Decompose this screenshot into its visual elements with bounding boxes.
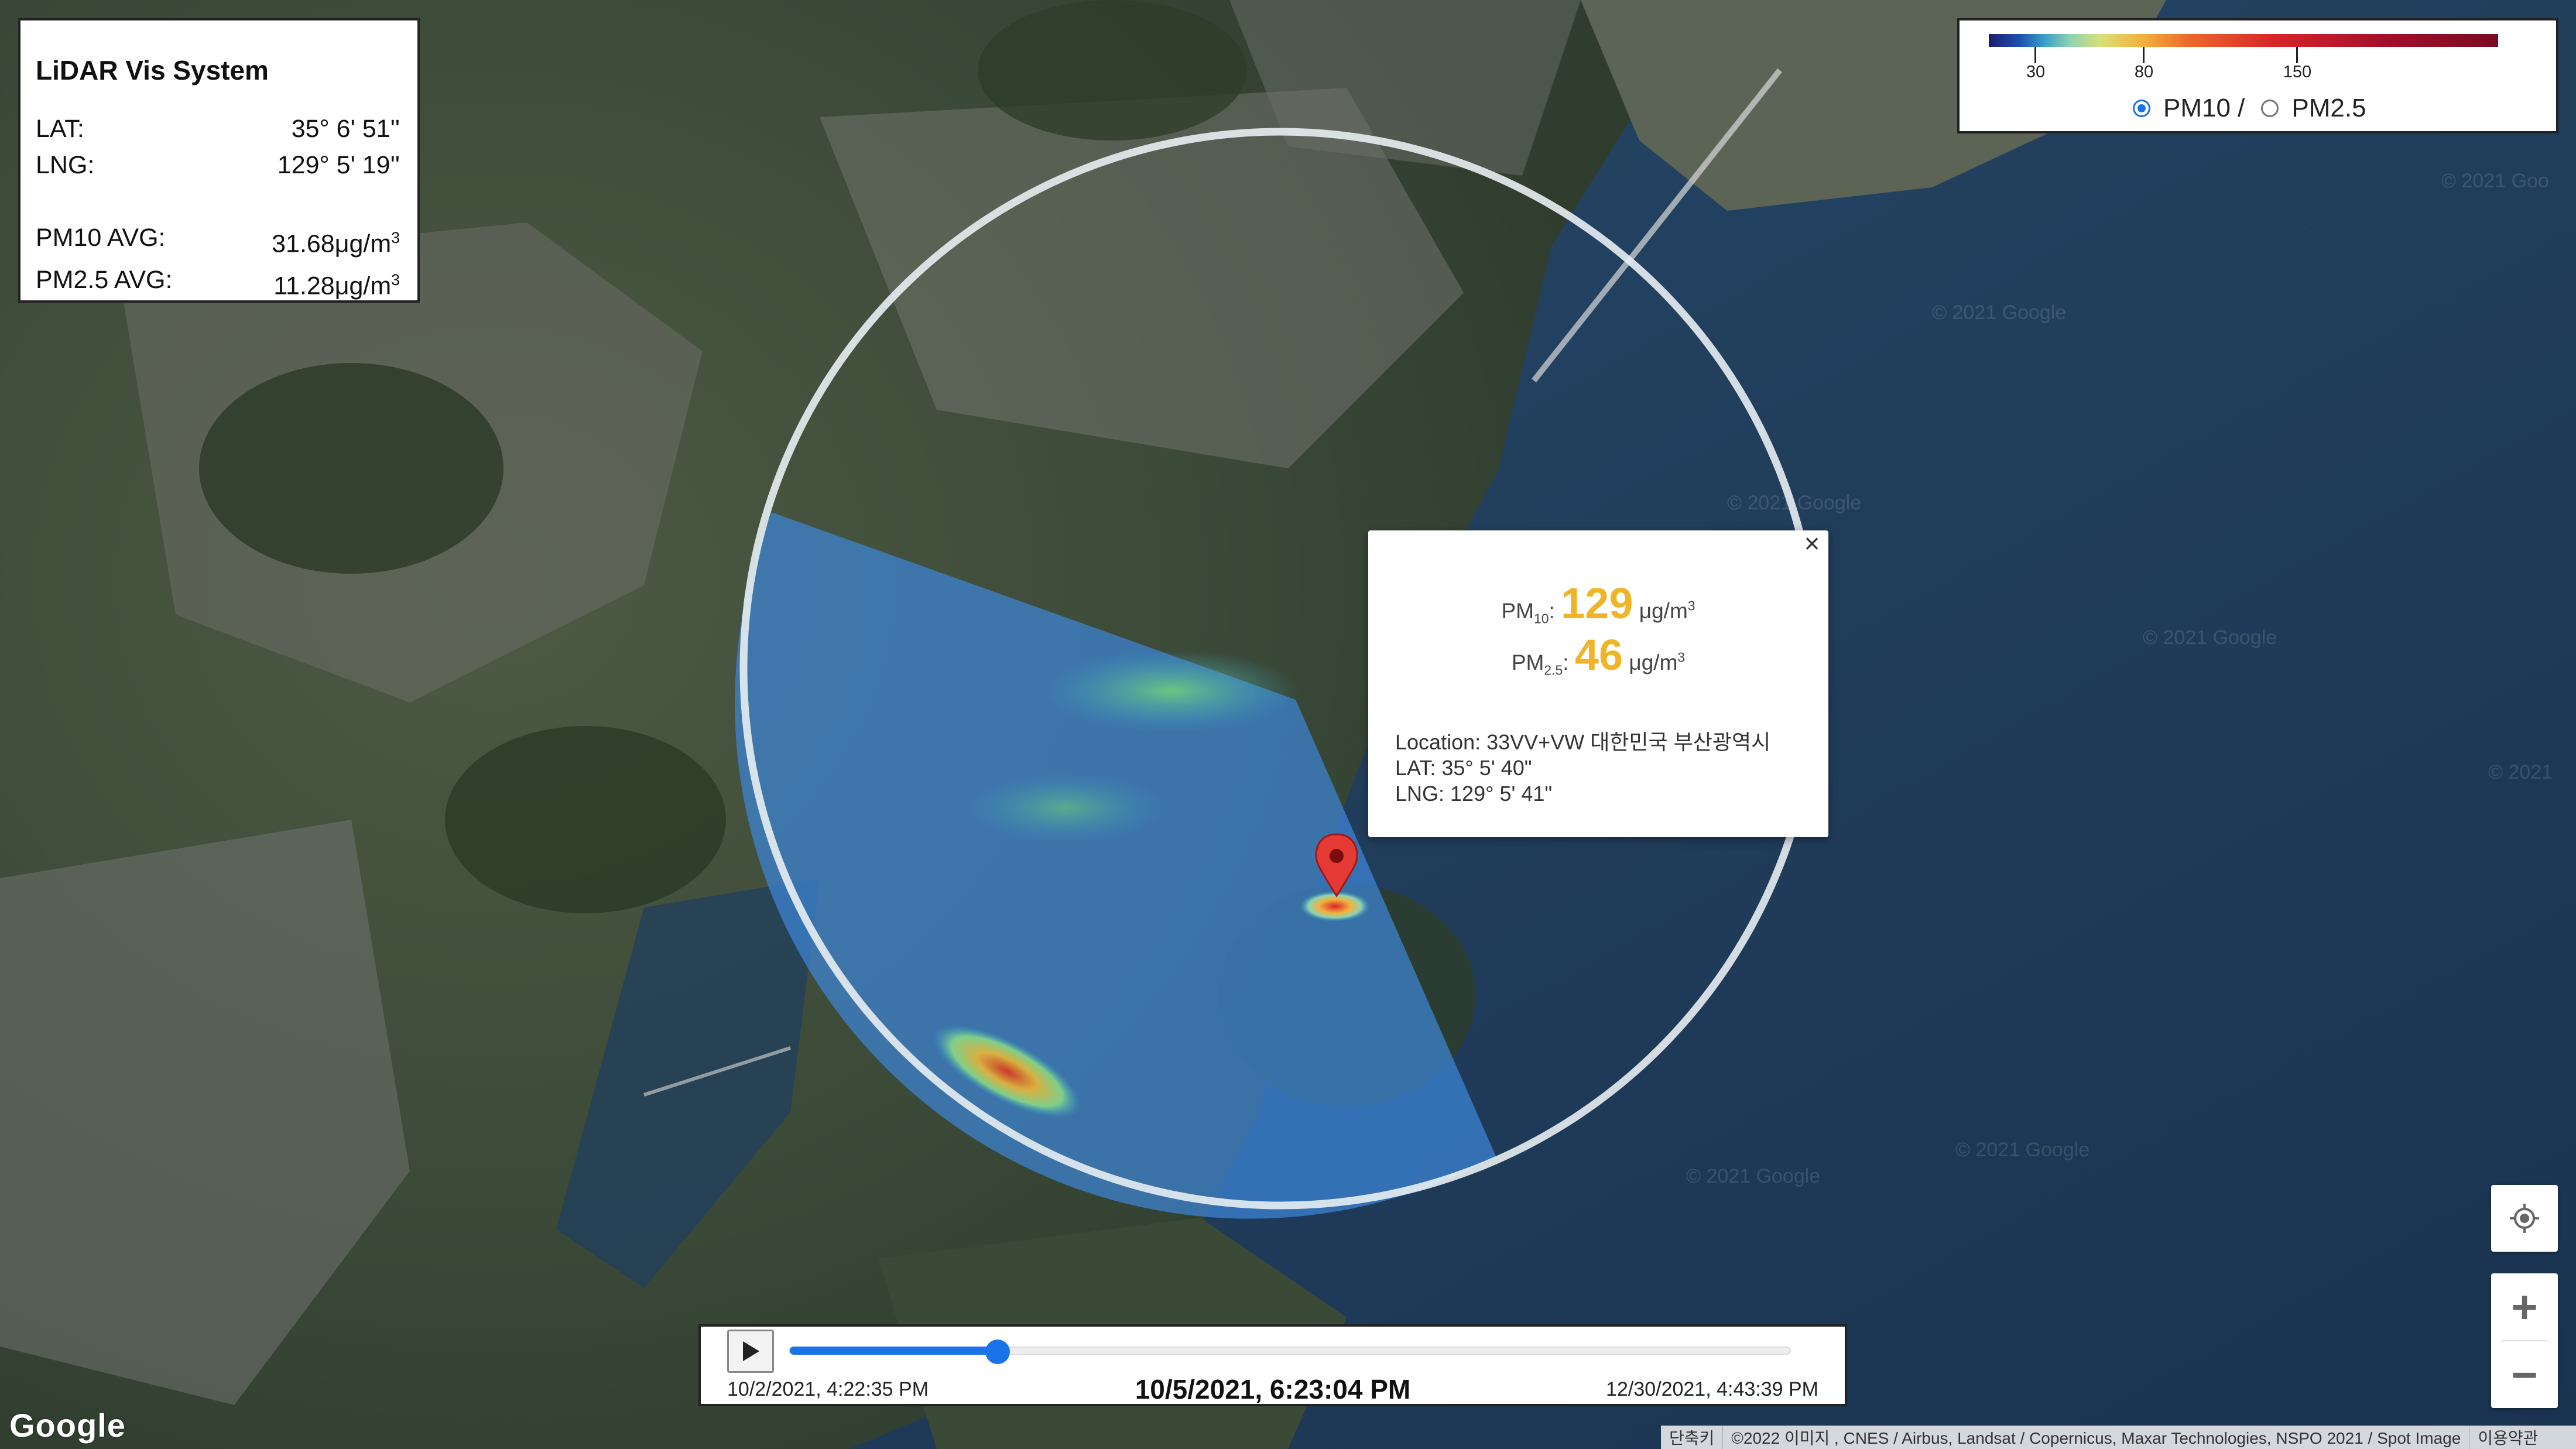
play-icon (743, 1341, 759, 1361)
svg-text:© 2021 Goo: © 2021 Goo (2441, 170, 2549, 192)
location-address: Location: 33VV+VW 대한민국 부산광역시 (1395, 730, 1771, 754)
app-title: LiDAR Vis System (36, 55, 269, 85)
lat-value: 35° 6' 51'' (291, 115, 400, 143)
close-icon[interactable]: × (1800, 530, 1824, 557)
pm10-radio-label[interactable]: PM10 / (2163, 94, 2245, 123)
shortcuts-link[interactable]: 단축키 (1661, 1426, 1724, 1449)
zoom-in-button[interactable]: + (2491, 1273, 2558, 1340)
pm10-avg-row: PM10 AVG: 31.68μg/m3 (36, 220, 400, 262)
map-attribution: 단축키 ©2022 이미지 , CNES / Airbus, Landsat /… (1661, 1426, 2576, 1449)
pm25-avg-value: 11.28μg/m3 (273, 271, 400, 300)
measurement-popup: × PM10: 129 μg/m3 PM2.5: 46 μg/m3 Locati… (1368, 530, 1828, 837)
legend-tick-label: 80 (2134, 63, 2154, 81)
timeline-end: 12/30/2021, 4:43:39 PM (1606, 1378, 1818, 1400)
svg-text:© 2021 Google: © 2021 Google (2143, 626, 2277, 649)
pm25-avg-label: PM2.5 AVG: (36, 266, 173, 294)
lng-row: LNG: 129° 5' 19'' (36, 147, 400, 183)
lat-label: LAT: (36, 115, 84, 143)
pollutant-radio-group: PM10 / PM2.5 (2133, 94, 2366, 123)
google-logo: Google (9, 1407, 126, 1444)
imagery-credit: ©2022 이미지 , CNES / Airbus, Landsat / Cop… (1723, 1426, 2470, 1449)
svg-text:© 2021: © 2021 (2488, 761, 2553, 783)
color-legend: 30 80 150 PM10 / PM2.5 (1957, 18, 2558, 133)
time-slider[interactable] (789, 1340, 1791, 1364)
legend-tick (2296, 47, 2298, 63)
svg-text:© 2021 Google: © 2021 Google (1686, 1165, 1820, 1187)
info-panel: LiDAR Vis System LAT: 35° 6' 51'' LNG: 1… (18, 18, 420, 303)
my-location-button[interactable] (2491, 1185, 2558, 1252)
pm10-avg-value: 31.68μg/m3 (272, 229, 400, 258)
zoom-control: + − (2491, 1273, 2558, 1408)
pm25-reading: PM2.5: 46 μg/m3 (1511, 631, 1686, 679)
time-slider-handle[interactable] (985, 1340, 1010, 1364)
pm25-radio[interactable] (2261, 100, 2279, 117)
pm10-avg-label: PM10 AVG: (36, 224, 166, 252)
legend-tick (2143, 47, 2145, 63)
timeline-panel: 10/2/2021, 4:22:35 PM 10/5/2021, 6:23:04… (698, 1324, 1847, 1406)
pm10-reading: PM10: 129 μg/m3 (1501, 579, 1695, 628)
lat-row: LAT: 35° 6' 51'' (36, 111, 400, 147)
pm25-value: 46 (1574, 631, 1623, 679)
location-lng: LNG: 129° 5' 41" (1395, 782, 1553, 806)
location-lat: LAT: 35° 5' 40" (1395, 756, 1532, 780)
legend-tick-label: 150 (2283, 63, 2312, 81)
color-scale-bar (1989, 34, 2498, 47)
legend-tick-label: 30 (2026, 63, 2046, 81)
crosshair-icon (2510, 1204, 2539, 1233)
pm10-value: 129 (1561, 579, 1633, 628)
zoom-out-button[interactable]: − (2491, 1341, 2558, 1408)
terms-link[interactable]: 이용약관 (2469, 1426, 2546, 1449)
svg-text:© 2021 Google: © 2021 Google (1932, 302, 2066, 324)
time-slider-fill (790, 1347, 998, 1355)
lng-value: 129° 5' 19'' (277, 151, 400, 179)
legend-tick (2034, 47, 2036, 63)
location-details: Location: 33VV+VW 대한민국 부산광역시 LAT: 35° 5'… (1395, 729, 1770, 807)
lng-label: LNG: (36, 151, 95, 179)
pm25-radio-label[interactable]: PM2.5 (2291, 94, 2366, 123)
pm25-avg-row: PM2.5 AVG: 11.28μg/m3 (36, 262, 400, 304)
pm10-radio[interactable] (2133, 100, 2150, 117)
play-button[interactable] (727, 1330, 774, 1373)
svg-text:© 2021 Google: © 2021 Google (1955, 1139, 2089, 1161)
